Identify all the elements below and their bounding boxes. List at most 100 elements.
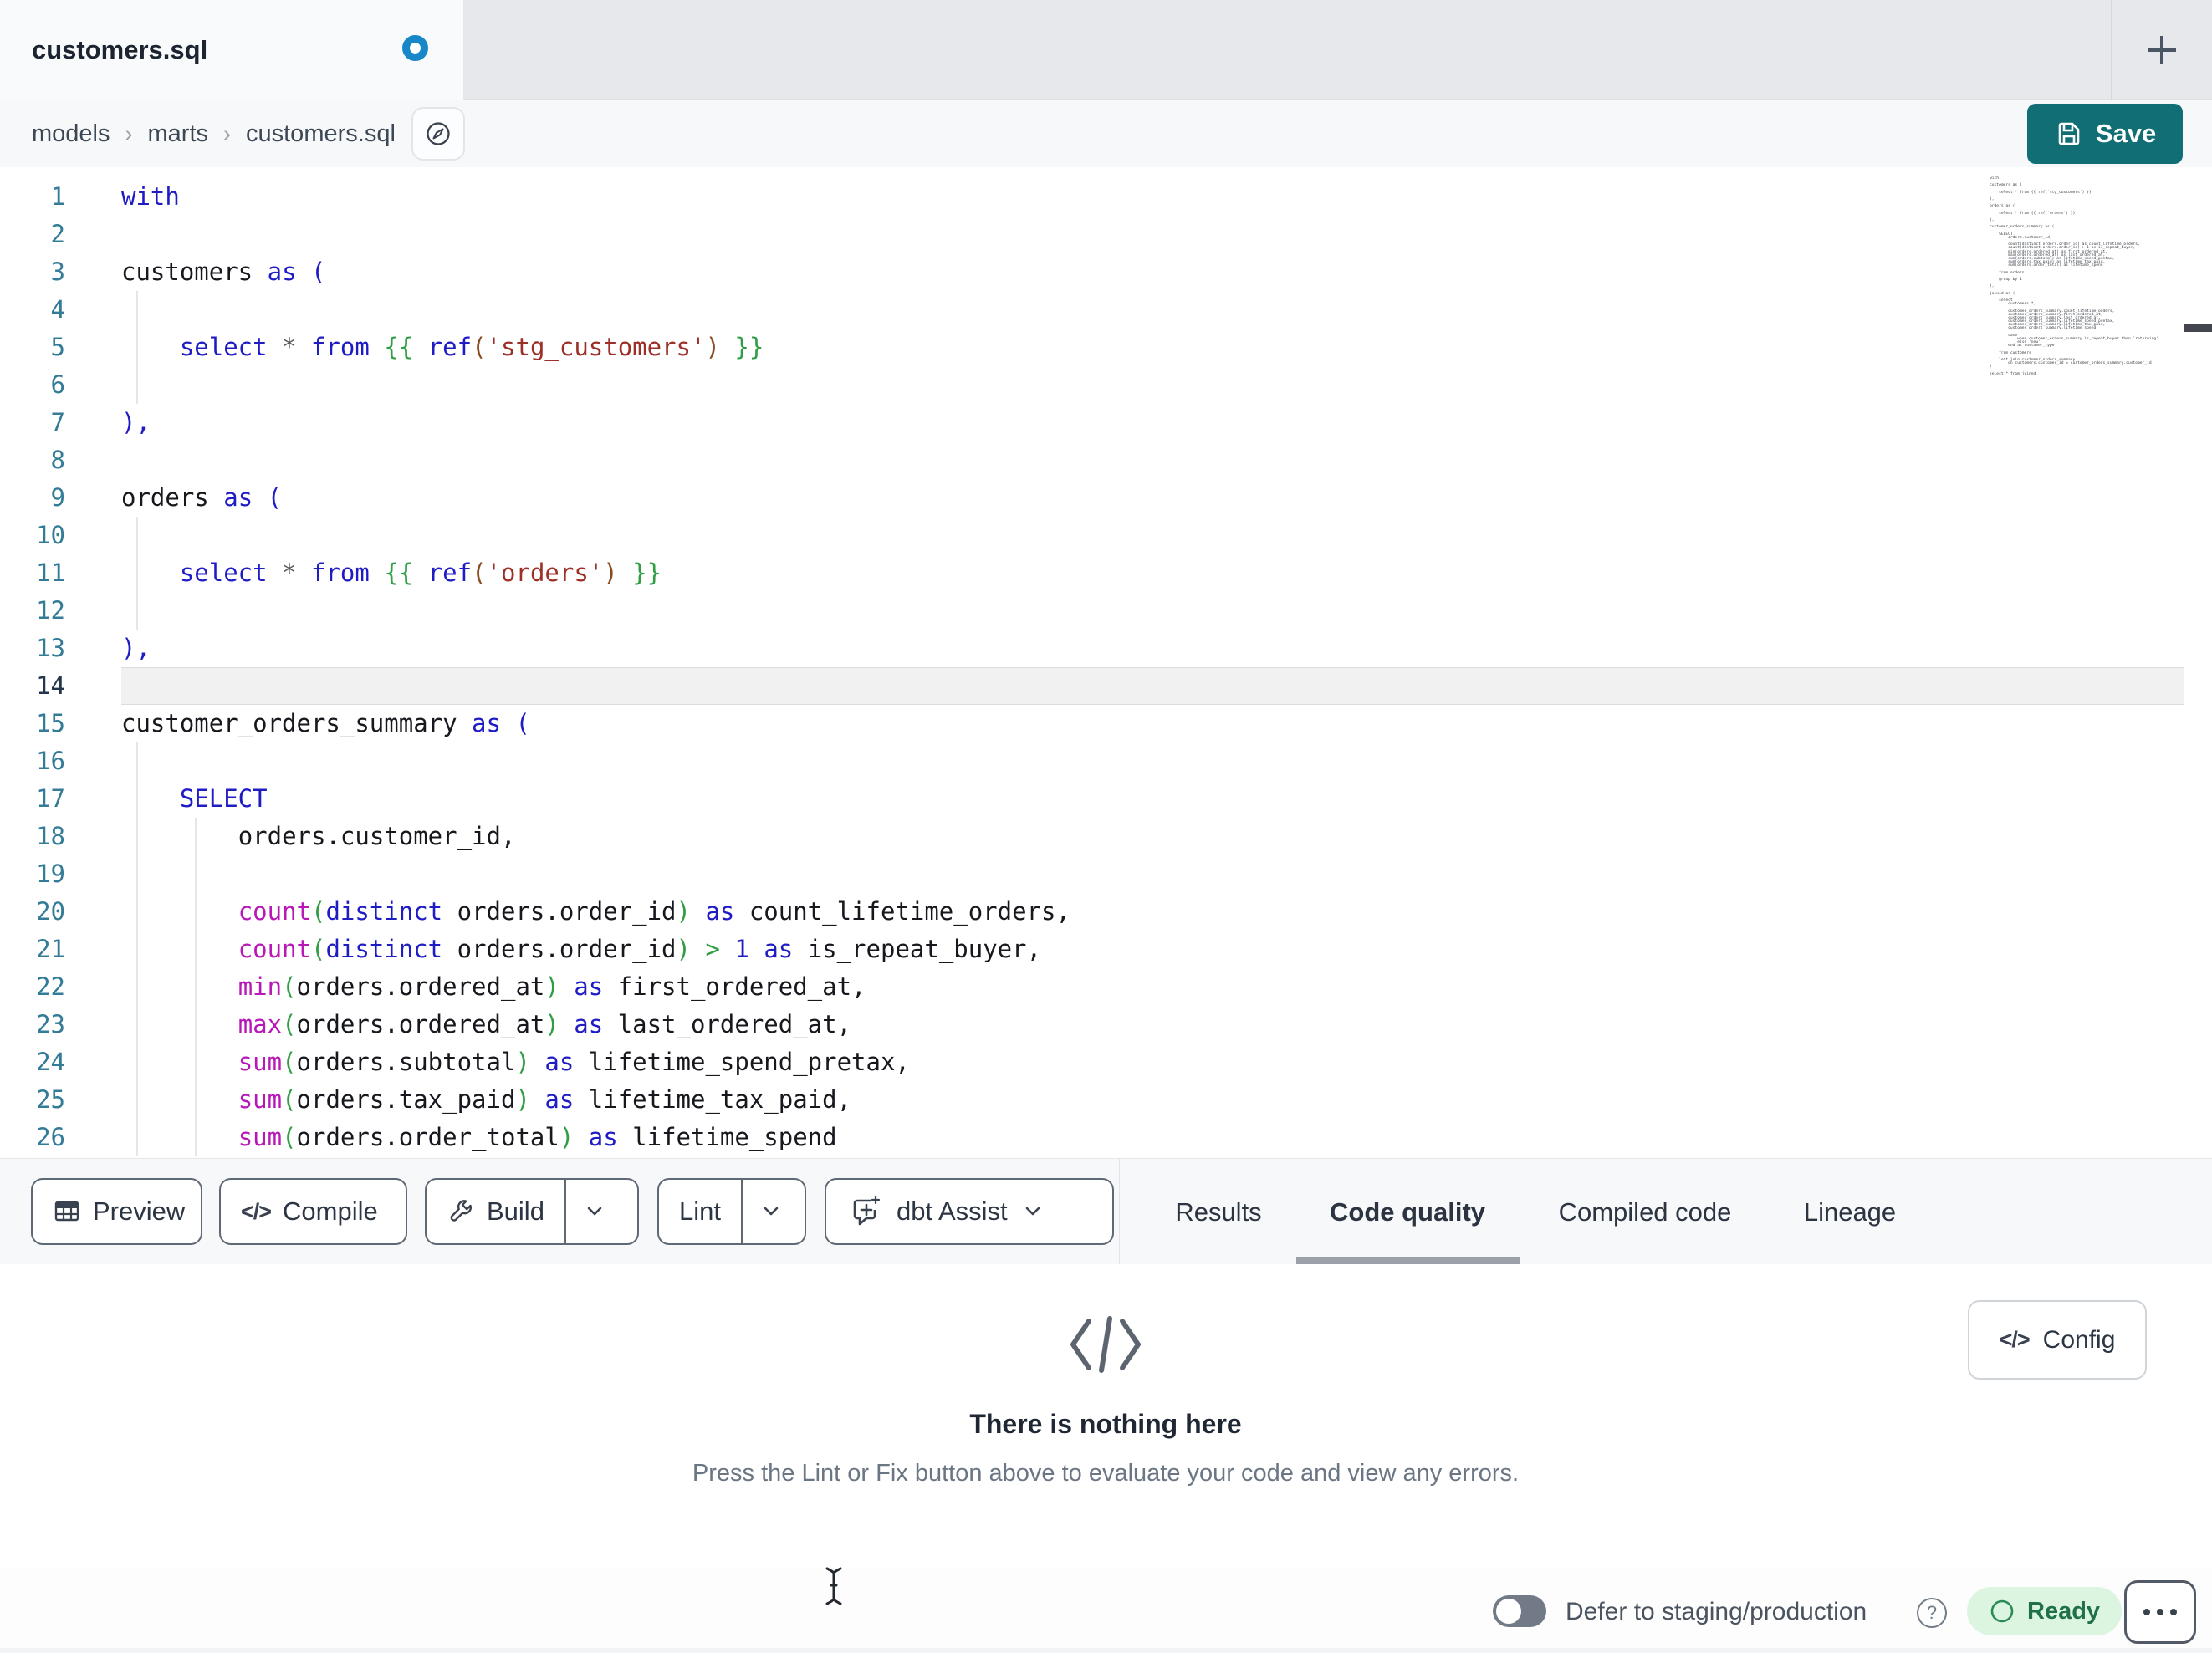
preview-button-label: Preview — [93, 1196, 186, 1226]
line-number: 17 — [36, 784, 65, 813]
code-text: sum(orders.subtotal) as lifetime_spend_p… — [238, 1048, 910, 1076]
code-line-8[interactable]: 8 — [0, 441, 2184, 479]
line-number: 6 — [50, 370, 65, 399]
line-number: 19 — [36, 860, 65, 888]
tab-lineage[interactable]: Lineage — [1804, 1159, 1896, 1265]
line-number: 10 — [36, 521, 65, 549]
code-line-19[interactable]: 19 — [0, 855, 2184, 893]
line-number: 14 — [36, 671, 65, 700]
code-line-7[interactable]: 7), — [0, 404, 2184, 441]
line-number: 11 — [36, 559, 65, 587]
dbt-assist-button[interactable]: dbt Assist — [825, 1178, 1114, 1245]
code-line-2[interactable]: 2 — [0, 216, 2184, 253]
code-line-1[interactable]: 1 with — [0, 178, 2184, 216]
code-text: orders.customer_id, — [238, 822, 516, 850]
build-button-label: Build — [487, 1196, 544, 1226]
compile-button[interactable]: </> Compile — [219, 1178, 407, 1245]
code-line-17[interactable]: 17 SELECT — [0, 780, 2184, 818]
new-tab-button[interactable] — [2138, 26, 2186, 74]
unsaved-changes-dot-icon — [402, 35, 428, 61]
code-line-15[interactable]: 15 customer_orders_summary as ( — [0, 705, 2184, 742]
defer-label: Defer to staging/production — [1566, 1597, 1867, 1625]
code-line-16[interactable]: 16 — [0, 742, 2184, 780]
line-number: 24 — [36, 1048, 65, 1076]
tab-results[interactable]: Results — [1175, 1159, 1261, 1265]
preview-button[interactable]: Preview — [31, 1178, 202, 1245]
line-number: 26 — [36, 1123, 65, 1151]
compile-button-label: Compile — [283, 1196, 378, 1226]
line-number: 20 — [36, 897, 65, 926]
breadcrumb-marts[interactable]: marts — [148, 120, 209, 148]
empty-state: There is nothing here Press the Lint or … — [562, 1314, 1649, 1487]
tab-compiled-code[interactable]: Compiled code — [1559, 1159, 1732, 1265]
editor-minimap[interactable]: with customers as ( select * from {{ ref… — [1990, 176, 2178, 376]
code-text: orders as ( — [121, 483, 283, 512]
indent-guide — [136, 517, 138, 630]
indent-guide — [136, 742, 138, 1156]
code-text: select * from {{ ref('stg_customers') }} — [179, 333, 764, 361]
code-line-21[interactable]: 21 count(distinct orders.order_id) > 1 a… — [0, 931, 2184, 968]
line-number: 12 — [36, 596, 65, 625]
code-line-20[interactable]: 20 count(distinct orders.order_id) as co… — [0, 893, 2184, 931]
lint-dropdown-button[interactable] — [743, 1180, 799, 1243]
window-bottom-edge — [0, 1648, 2212, 1653]
toolbar-separator — [1119, 1159, 1120, 1265]
code-line-25[interactable]: 25 sum(orders.tax_paid) as lifetime_tax_… — [0, 1081, 2184, 1119]
code-line-11[interactable]: 11 select * from {{ ref('orders') }} — [0, 554, 2184, 592]
code-line-14[interactable]: 14 — [0, 667, 2184, 705]
code-line-13[interactable]: 13), — [0, 630, 2184, 667]
config-button[interactable]: </> Config — [1968, 1300, 2147, 1380]
line-number: 7 — [50, 408, 65, 436]
breadcrumb-separator: › — [223, 120, 231, 146]
editor-toolbar: Preview </> Compile Build Lint dbt Assis… — [0, 1158, 2212, 1265]
empty-state-description: Press the Lint or Fix button above to ev… — [692, 1460, 1520, 1487]
text-cursor-pointer — [825, 1567, 842, 1605]
code-line-22[interactable]: 22 min(orders.ordered_at) as first_order… — [0, 968, 2184, 1006]
save-button[interactable]: Save — [2027, 104, 2183, 164]
code-line-26[interactable]: 26 sum(orders.order_total) as lifetime_s… — [0, 1119, 2184, 1156]
build-dropdown-button[interactable] — [566, 1180, 623, 1243]
save-icon — [2058, 122, 2080, 145]
scrollbar-thumb[interactable] — [2184, 324, 2212, 332]
help-icon[interactable]: ? — [1917, 1598, 1947, 1628]
file-tab-customers-sql[interactable]: customers.sql — [0, 0, 463, 100]
chevron-down-icon — [764, 1207, 779, 1216]
code-text: count(distinct orders.order_id) as count… — [238, 897, 1070, 926]
breadcrumb-models[interactable]: models — [32, 120, 110, 148]
lint-button[interactable]: Lint — [657, 1178, 806, 1245]
breadcrumb-file[interactable]: customers.sql — [246, 120, 396, 148]
line-number: 22 — [36, 972, 65, 1001]
tab-code-quality[interactable]: Code quality — [1330, 1159, 1485, 1265]
code-line-4[interactable]: 4 — [0, 291, 2184, 329]
code-line-24[interactable]: 24 sum(orders.subtotal) as lifetime_spen… — [0, 1043, 2184, 1081]
defer-toggle[interactable] — [1493, 1595, 1546, 1627]
code-line-9[interactable]: 9 orders as ( — [0, 479, 2184, 517]
code-line-12[interactable]: 12 — [0, 592, 2184, 630]
code-editor[interactable]: 1 with 2 3 customers as ( 4 5 select * from {{… — [0, 167, 2212, 1158]
open-in-explorer-button[interactable] — [411, 107, 465, 161]
overflow-menu-button[interactable] — [2124, 1580, 2196, 1644]
code-line-10[interactable]: 10 — [0, 517, 2184, 554]
build-button[interactable]: Build — [425, 1178, 639, 1245]
code-lines: 1 with 2 3 customers as ( 4 5 select * from {{… — [0, 178, 2184, 1156]
code-line-18[interactable]: 18 orders.customer_id, — [0, 818, 2184, 855]
code-line-5[interactable]: 5 select * from {{ ref('stg_customers') … — [0, 329, 2184, 366]
code-line-3[interactable]: 3 customers as ( — [0, 253, 2184, 291]
chevron-down-icon — [1025, 1207, 1040, 1216]
save-button-label: Save — [2095, 119, 2157, 148]
line-number: 3 — [50, 258, 65, 286]
line-number: 8 — [50, 446, 65, 474]
plus-icon — [2148, 36, 2176, 64]
tab-bar-separator — [2111, 0, 2112, 100]
empty-state-title: There is nothing here — [969, 1409, 1242, 1439]
line-number: 4 — [50, 295, 65, 324]
status-badge-label: Ready — [2027, 1597, 2101, 1625]
code-text: customer_orders_summary as ( — [121, 709, 530, 737]
code-line-23[interactable]: 23 max(orders.ordered_at) as last_ordere… — [0, 1006, 2184, 1043]
code-line-6[interactable]: 6 — [0, 366, 2184, 404]
